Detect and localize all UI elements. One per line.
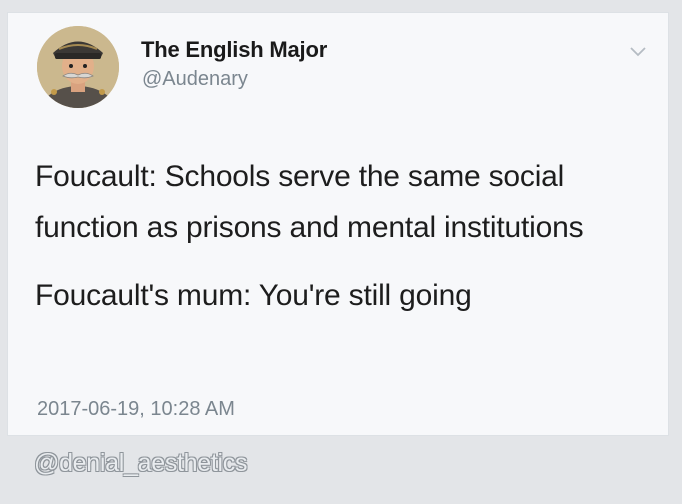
tweet-menu-button[interactable] xyxy=(630,44,646,57)
chevron-down-icon xyxy=(630,47,646,57)
tweet-paragraph: Foucault's mum: You're still going xyxy=(35,279,472,312)
tweet-paragraph: Foucault: Schools serve the same social … xyxy=(35,160,584,244)
tweet-timestamp[interactable]: 2017-06-19, 10:28 AM xyxy=(37,398,235,421)
watermark: @denial_aesthetics xyxy=(34,449,248,477)
display-name[interactable]: The English Major xyxy=(141,37,327,63)
tweet-card: The English Major @Audenary Foucault: Sc… xyxy=(7,12,669,436)
tweet-text: Foucault: Schools serve the same social … xyxy=(35,151,655,321)
avatar-portrait-icon xyxy=(37,26,119,108)
avatar[interactable] xyxy=(37,26,119,108)
user-handle[interactable]: @Audenary xyxy=(142,68,248,91)
